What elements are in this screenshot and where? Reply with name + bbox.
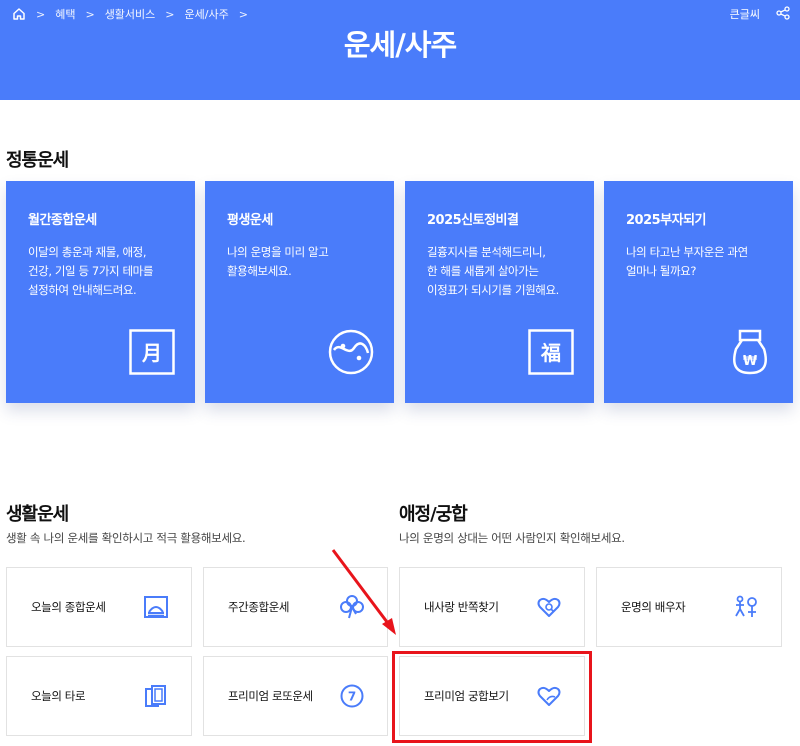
tarot-cards-icon — [145, 685, 166, 707]
breadcrumb-item[interactable]: 운세/사주 — [185, 6, 229, 22]
couple-icon — [735, 595, 757, 617]
breadcrumb-item[interactable]: 생활서비스 — [105, 6, 156, 22]
moon-character-icon: 月 — [129, 329, 175, 375]
card-desc: 나의 타고난 부자운은 과연 얼마나 될까요? — [626, 245, 748, 278]
tile-find-soulmate[interactable]: 내사랑 반쪽찾기 — [399, 567, 585, 647]
svg-text:月: 月 — [141, 341, 162, 365]
tile-label: 오늘의 종합운세 — [31, 600, 106, 614]
card-title: 월간종합운세 — [28, 213, 97, 228]
card-desc: 길흉지사를 분석해드리니, 한 해를 새롭게 살아가는 이정표가 되시기를 기원… — [427, 245, 559, 297]
section-title-life: 생활운세 — [6, 504, 69, 525]
page-header: > 혜택 > 생활서비스 > 운세/사주 > 큰글씨 운세/사주 — [0, 0, 800, 100]
tile-label: 오늘의 타로 — [31, 689, 86, 703]
breadcrumb-item[interactable]: 혜택 — [55, 6, 75, 22]
sunrise-icon — [144, 596, 168, 618]
tile-premium-lotto[interactable]: 프리미엄 로또운세 7 — [203, 656, 388, 736]
chevron-right-icon: > — [238, 7, 248, 21]
fortune-character-icon: 福 — [528, 329, 574, 375]
card-desc: 이달의 총운과 재물, 애정, 건강, 기일 등 7가지 테마를 설정하여 안내… — [28, 245, 153, 297]
chevron-right-icon: > — [36, 7, 46, 21]
card-wealth-fortune[interactable]: 2025부자되기 나의 타고난 부자운은 과연 얼마나 될까요? ₩ — [604, 181, 793, 403]
tile-label: 주간종합운세 — [228, 600, 290, 614]
tile-today-fortune[interactable]: 오늘의 종합운세 — [6, 567, 192, 647]
card-desc: 나의 운명을 미리 알고 활용해보세요. — [227, 245, 329, 278]
card-tojeong-fortune[interactable]: 2025신토정비결 길흉지사를 분석해드리니, 한 해를 새롭게 살아가는 이정… — [405, 181, 594, 403]
card-title: 평생운세 — [227, 213, 273, 228]
card-title: 2025신토정비결 — [427, 213, 519, 228]
card-monthly-fortune[interactable]: 월간종합운세 이달의 총운과 재물, 애정, 건강, 기일 등 7가지 테마를 … — [6, 181, 195, 403]
large-text-button[interactable]: 큰글씨 — [730, 6, 760, 22]
section-title-love: 애정/궁합 — [399, 504, 468, 525]
section-title-traditional: 정통운세 — [6, 150, 69, 171]
share-icon[interactable] — [776, 6, 790, 20]
tile-destined-spouse[interactable]: 운명의 배우자 — [596, 567, 782, 647]
page-title: 운세/사주 — [343, 28, 457, 62]
card-lifetime-fortune[interactable]: 평생운세 나의 운명을 미리 알고 활용해보세요. — [205, 181, 394, 403]
section-desc-life: 생활 속 나의 운세를 확인하시고 적극 활용해보세요. — [6, 531, 246, 545]
svg-text:₩: ₩ — [743, 354, 758, 369]
section-desc-love: 나의 운명의 상대는 어떤 사람인지 확인해보세요. — [399, 531, 625, 545]
tile-label: 프리미엄 로또운세 — [228, 689, 313, 703]
card-title: 2025부자되기 — [626, 213, 707, 228]
annotation-arrow — [331, 549, 396, 635]
chevron-right-icon: > — [85, 7, 95, 21]
svg-text:福: 福 — [540, 341, 561, 365]
lotto-ball-icon: 7 — [340, 684, 364, 708]
home-icon[interactable] — [12, 7, 26, 21]
chevron-right-icon: > — [165, 7, 175, 21]
svg-text:7: 7 — [348, 690, 356, 704]
yin-yang-icon — [328, 329, 374, 375]
tile-today-tarot[interactable]: 오늘의 타로 — [6, 656, 192, 736]
money-bag-icon: ₩ — [733, 329, 767, 375]
tile-label: 운명의 배우자 — [621, 600, 686, 614]
tile-label: 내사랑 반쪽찾기 — [424, 600, 499, 614]
breadcrumb: > 혜택 > 생활서비스 > 운세/사주 > — [12, 6, 258, 22]
annotation-highlight-box — [392, 651, 592, 743]
heart-search-icon — [537, 597, 561, 617]
